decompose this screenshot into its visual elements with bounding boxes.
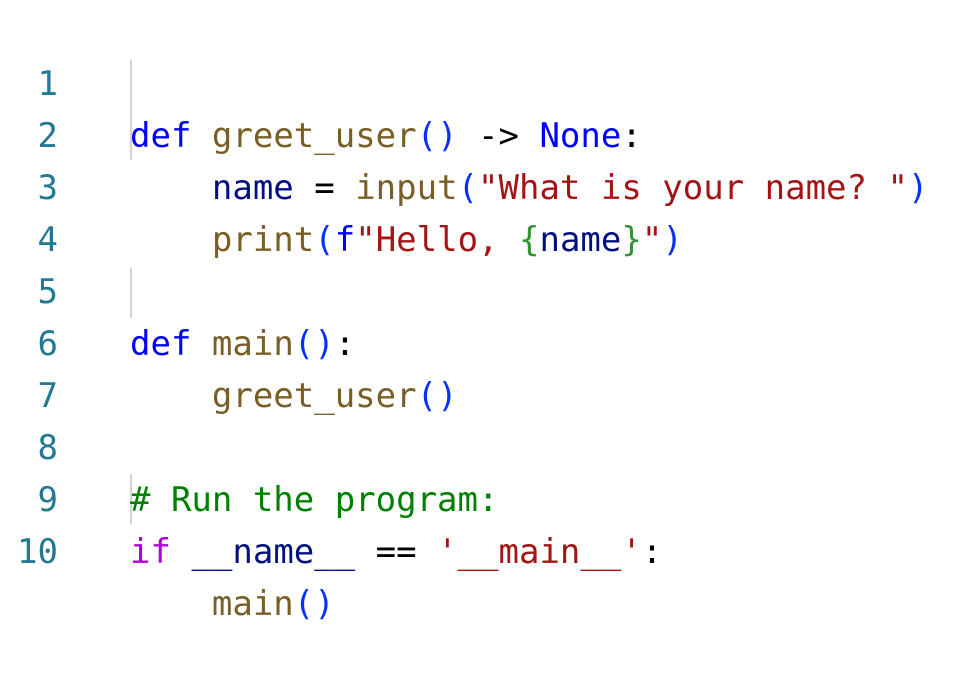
code-line[interactable]: 1 def greet_user() -> None: bbox=[0, 6, 966, 156]
code-token-op: : bbox=[641, 532, 663, 572]
code-token-op: == bbox=[355, 532, 438, 572]
code-line[interactable]: 10 main() bbox=[0, 474, 966, 624]
code-token-op bbox=[130, 584, 212, 624]
code-line[interactable]: 8 # Run the program: bbox=[0, 370, 966, 520]
code-editor[interactable]: 1 def greet_user() -> None: 2 name = inp… bbox=[0, 0, 966, 624]
code-token-func: main bbox=[211, 584, 294, 624]
code-token-op bbox=[171, 532, 191, 572]
code-token-control: if bbox=[130, 532, 171, 572]
code-line[interactable]: 4 bbox=[0, 162, 966, 260]
code-line[interactable]: 9 if __name__ == '__main__': bbox=[0, 422, 966, 572]
code-token-paren: () bbox=[293, 584, 335, 624]
code-line[interactable]: 3 print(f"Hello, {name}") bbox=[0, 110, 966, 260]
code-token-var: __name__ bbox=[191, 532, 356, 572]
code-line[interactable]: 5 def main(): bbox=[0, 214, 966, 364]
line-code[interactable]: main() bbox=[130, 578, 335, 630]
line-code[interactable]: if __name__ == '__main__': bbox=[130, 526, 662, 578]
code-line[interactable]: 7 bbox=[0, 318, 966, 416]
code-token-string: '__main__' bbox=[437, 532, 642, 572]
code-line[interactable]: 6 greet_user() bbox=[0, 266, 966, 416]
code-line[interactable]: 2 name = input("What is your name? ") bbox=[0, 58, 966, 208]
line-number: 10 bbox=[17, 532, 58, 572]
